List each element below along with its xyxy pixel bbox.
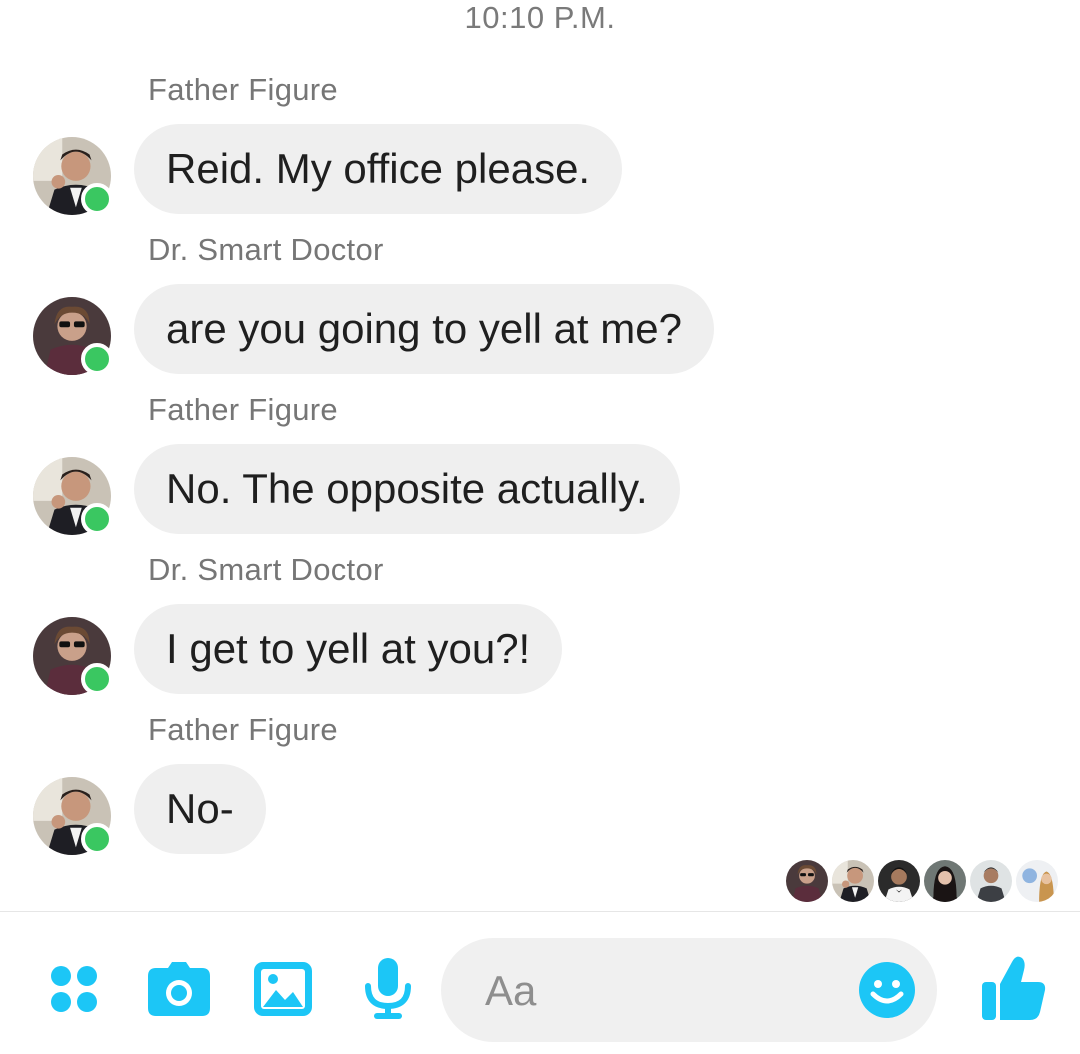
- emoji-icon: [859, 962, 915, 1018]
- seen-avatar: [1016, 860, 1058, 902]
- message-bubble[interactable]: Reid. My office please.: [134, 124, 623, 214]
- camera-button[interactable]: [148, 962, 210, 1016]
- sender-name: Dr. Smart Doctor: [148, 232, 384, 267]
- father-figure-avatar[interactable]: [33, 137, 113, 215]
- voice-button[interactable]: [364, 958, 412, 1020]
- seen-avatar: [786, 860, 828, 902]
- gallery-button[interactable]: [254, 962, 312, 1016]
- thumbs-up-icon: [982, 956, 1046, 1020]
- sender-name: Father Figure: [148, 72, 338, 107]
- composer-divider: [0, 911, 1080, 912]
- online-status-dot: [81, 823, 113, 855]
- like-button[interactable]: [982, 954, 1046, 1020]
- message-bubble[interactable]: No. The opposite actually.: [134, 444, 680, 534]
- father-figure-avatar[interactable]: [33, 777, 113, 855]
- message-input[interactable]: [483, 960, 847, 1022]
- microphone-icon: [365, 958, 411, 1019]
- online-status-dot: [81, 503, 113, 535]
- online-status-dot: [81, 663, 113, 695]
- sender-name: Dr. Smart Doctor: [148, 552, 384, 587]
- emoji-button[interactable]: [859, 962, 915, 1018]
- seen-avatar: [878, 860, 920, 902]
- dr-smart-doctor-avatar[interactable]: [33, 617, 113, 695]
- father-figure-avatar[interactable]: [33, 457, 113, 535]
- seen-receipts[interactable]: [786, 860, 1058, 904]
- online-status-dot: [81, 343, 113, 375]
- timestamp: 10:10 P.M.: [464, 0, 616, 35]
- message-input-field[interactable]: [441, 938, 937, 1042]
- online-status-dot: [81, 183, 113, 215]
- seen-avatar: [832, 860, 874, 902]
- message-bubble[interactable]: I get to yell at you?!: [134, 604, 563, 694]
- sender-name: Father Figure: [148, 712, 338, 747]
- message-bubble[interactable]: are you going to yell at me?: [134, 284, 714, 374]
- image-icon: [254, 962, 312, 1016]
- seen-avatar: [924, 860, 966, 902]
- camera-icon: [148, 962, 210, 1016]
- apps-button[interactable]: [48, 963, 100, 1015]
- apps-icon: [51, 966, 97, 1012]
- seen-avatar: [970, 860, 1012, 902]
- dr-smart-doctor-avatar[interactable]: [33, 297, 113, 375]
- sender-name: Father Figure: [148, 392, 338, 427]
- message-bubble[interactable]: No-: [134, 764, 266, 854]
